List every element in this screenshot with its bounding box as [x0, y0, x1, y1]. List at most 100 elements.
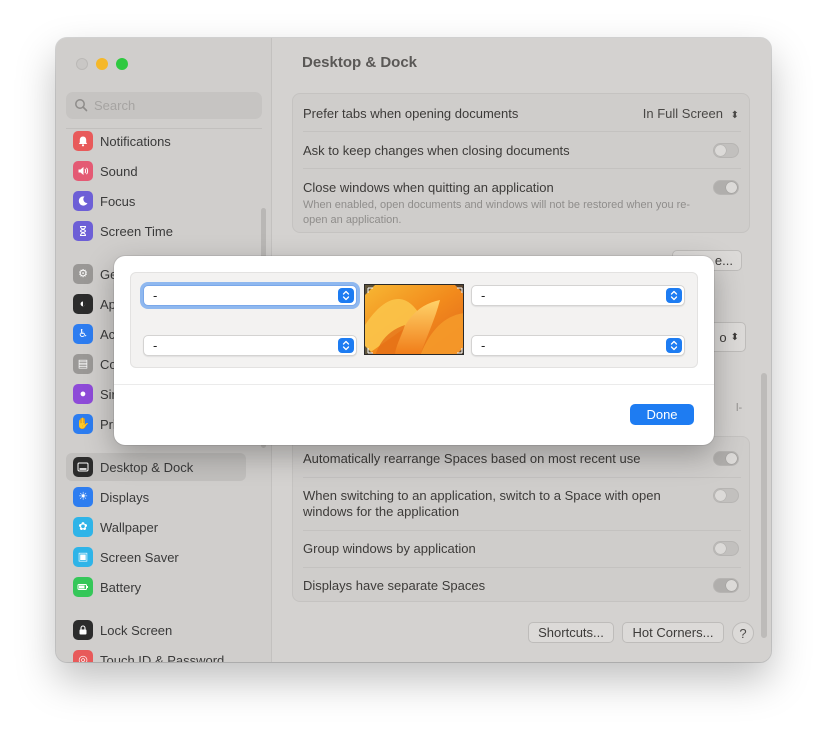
- dock-icon: [73, 457, 93, 477]
- top-left-corner-select[interactable]: -: [143, 285, 357, 306]
- close-windows-row: Close windows when quitting an applicati…: [303, 180, 703, 228]
- shortcuts-button[interactable]: Shortcuts...: [528, 622, 614, 643]
- hot-corners-panel: - - - -: [130, 272, 698, 368]
- bell-icon: [73, 131, 93, 151]
- bottom-left-corner-select[interactable]: -: [143, 335, 357, 356]
- group-windows-label: Group windows by application: [303, 541, 476, 556]
- partial-text: l-: [736, 402, 743, 414]
- sidebar-item-touch-id[interactable]: ◎ Touch ID & Password: [66, 646, 246, 662]
- lock-icon: [73, 620, 93, 640]
- close-window-button[interactable]: [76, 58, 88, 70]
- sidebar-item-label: Screen Time: [100, 223, 173, 239]
- main-scrollbar[interactable]: [761, 373, 767, 638]
- sidebar-item-screen-saver[interactable]: ▣ Screen Saver: [66, 543, 246, 571]
- moon-icon: [73, 191, 93, 211]
- switch-space-row: When switching to an application, switch…: [303, 488, 703, 520]
- flower-icon: ✿: [73, 517, 93, 537]
- hot-corners-sheet: - - - - Done: [114, 256, 714, 445]
- top-right-corner-select[interactable]: -: [471, 285, 685, 306]
- chevron-updown-icon: ⬍: [730, 110, 739, 121]
- chevron-updown-icon: ⬍: [730, 331, 739, 343]
- sidebar-item-lock-screen[interactable]: Lock Screen: [66, 616, 246, 644]
- close-windows-label: Close windows when quitting an applicati…: [303, 180, 554, 195]
- sidebar-item-label: Displays: [100, 489, 150, 505]
- fingerprint-icon: ◎: [73, 650, 93, 662]
- sidebar-item-focus[interactable]: Focus: [66, 187, 246, 215]
- spaces-settings-card: Automatically rearrange Spaces based on …: [292, 436, 750, 602]
- bottom-right-corner-value: -: [481, 338, 486, 353]
- sidebar-item-label: Battery: [100, 579, 142, 595]
- windows-settings-card: Prefer tabs when opening documents In Fu…: [292, 93, 750, 233]
- switch-space-toggle[interactable]: [713, 488, 739, 503]
- chevron-updown-icon: [666, 288, 682, 303]
- partial-button-label: e...: [714, 253, 733, 268]
- sidebar-item-sound[interactable]: Sound: [66, 157, 246, 185]
- zoom-window-button[interactable]: [116, 58, 128, 70]
- gear-icon: ⚙: [73, 264, 93, 284]
- ask-keep-toggle[interactable]: [713, 143, 739, 158]
- sidebar-item-label: Lock Screen: [100, 622, 173, 638]
- siri-icon: ●: [73, 384, 93, 404]
- sidebar-item-label: Sound: [100, 163, 138, 179]
- separate-spaces-row: Displays have separate Spaces: [303, 578, 741, 593]
- sidebar-item-label: Touch ID & Password: [100, 652, 225, 663]
- search-input[interactable]: [92, 96, 252, 115]
- ask-keep-label: Ask to keep changes when closing documen…: [303, 143, 570, 158]
- battery-icon: [73, 577, 93, 597]
- sidebar-item-displays[interactable]: ☀ Displays: [66, 483, 246, 511]
- separate-spaces-label: Displays have separate Spaces: [303, 578, 486, 593]
- sidebar-item-label: Notifications: [100, 133, 171, 149]
- chevron-updown-icon: [338, 288, 354, 303]
- prefer-tabs-label: Prefer tabs when opening documents: [303, 106, 519, 121]
- sidebar-item-screen-time[interactable]: Screen Time: [66, 217, 246, 245]
- group-windows-toggle[interactable]: [713, 541, 739, 556]
- prefer-tabs-popup[interactable]: In Full Screen ⬍: [643, 106, 739, 121]
- sidebar-item-notifications[interactable]: Notifications: [66, 127, 246, 155]
- done-button[interactable]: Done: [630, 404, 694, 425]
- screen-saver-icon: ▣: [73, 547, 93, 567]
- rearrange-toggle[interactable]: [713, 451, 739, 466]
- sidebar-item-label: Screen Saver: [100, 549, 179, 565]
- row-divider: [303, 477, 741, 478]
- row-divider: [303, 168, 741, 169]
- hourglass-icon: [73, 221, 93, 241]
- group-windows-row: Group windows by application: [303, 541, 741, 556]
- partial-popup-label: o: [719, 329, 727, 345]
- sidebar-item-label: Wallpaper: [100, 519, 159, 535]
- page-title: Desktop & Dock: [302, 54, 418, 71]
- control-center-icon: ▤: [73, 354, 93, 374]
- help-button[interactable]: ?: [732, 622, 754, 644]
- row-divider: [303, 567, 741, 568]
- sidebar-item-label: Ac: [100, 326, 116, 342]
- appearance-icon: ◐: [73, 294, 93, 314]
- hot-corners-button[interactable]: Hot Corners...: [622, 622, 724, 643]
- accessibility-icon: ♿: [73, 324, 93, 344]
- top-left-corner-value: -: [153, 288, 158, 303]
- sidebar-item-battery[interactable]: Battery: [66, 573, 246, 601]
- ask-keep-row: Ask to keep changes when closing documen…: [303, 143, 741, 158]
- search-icon: [74, 98, 88, 117]
- desktop-preview-image: [364, 284, 464, 355]
- switch-space-label: When switching to an application, switch…: [303, 488, 661, 519]
- speaker-icon: [73, 161, 93, 181]
- row-divider: [303, 131, 741, 132]
- sun-icon: ☀: [73, 487, 93, 507]
- top-right-corner-value: -: [481, 288, 486, 303]
- sidebar-item-wallpaper[interactable]: ✿ Wallpaper: [66, 513, 246, 541]
- row-divider: [303, 530, 741, 531]
- sidebar-item-label: Desktop & Dock: [100, 459, 194, 475]
- prefer-tabs-value: In Full Screen: [642, 106, 723, 121]
- sidebar-item-desktop-dock[interactable]: Desktop & Dock: [66, 453, 246, 481]
- bottom-right-corner-select[interactable]: -: [471, 335, 685, 356]
- minimize-window-button[interactable]: [96, 58, 108, 70]
- rearrange-row: Automatically rearrange Spaces based on …: [303, 451, 703, 466]
- rearrange-label: Automatically rearrange Spaces based on …: [303, 451, 641, 466]
- chevron-updown-icon: [666, 338, 682, 353]
- close-windows-toggle[interactable]: [713, 180, 739, 195]
- separate-spaces-toggle[interactable]: [713, 578, 739, 593]
- sidebar-search[interactable]: [66, 92, 262, 119]
- chevron-updown-icon: [338, 338, 354, 353]
- sheet-divider: [114, 384, 714, 385]
- hand-icon: ✋: [73, 414, 93, 434]
- bottom-left-corner-value: -: [153, 338, 158, 353]
